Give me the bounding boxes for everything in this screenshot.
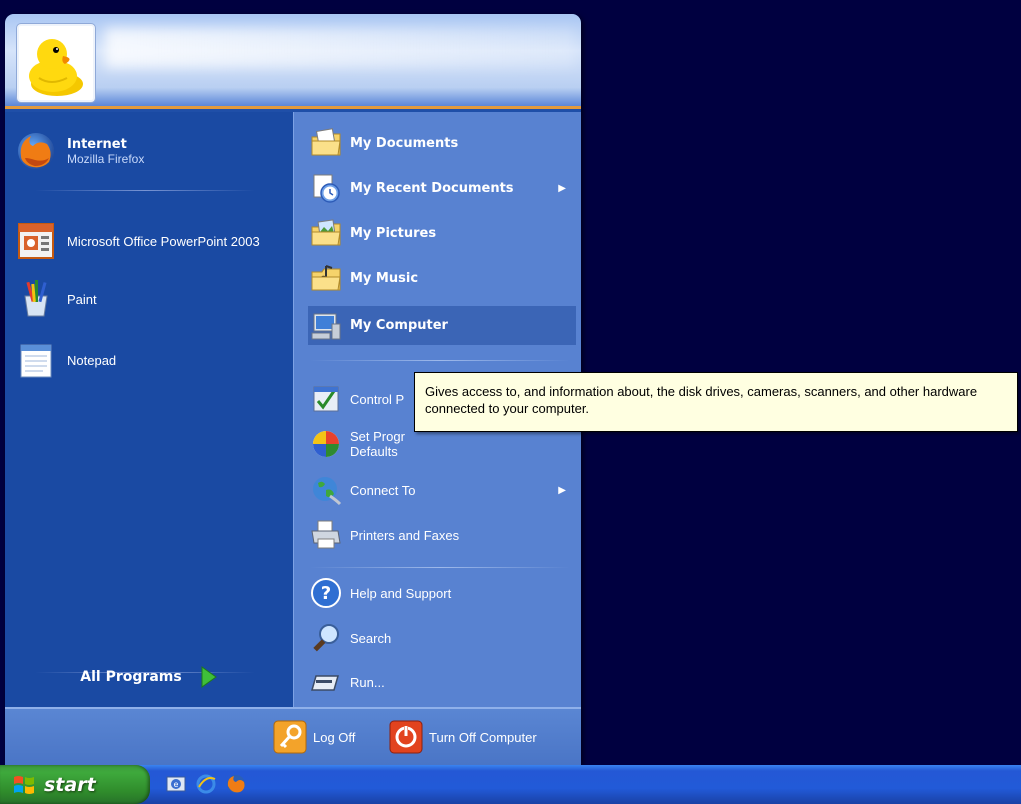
folder-documents-icon: [311, 128, 341, 156]
menu-footer: Log Off Turn Off Computer: [5, 707, 581, 765]
header-glare: [105, 28, 575, 68]
svg-text:e: e: [174, 780, 179, 789]
submenu-arrow-icon: ▶: [558, 182, 566, 194]
recent-notepad-label: Notepad: [67, 352, 117, 368]
my-computer-item[interactable]: My Computer: [308, 306, 576, 345]
my-music-item[interactable]: My Music: [310, 259, 576, 297]
power-icon: [389, 720, 423, 754]
set-program-label-line2: Defaults: [350, 444, 398, 459]
windows-flag-icon: [14, 775, 34, 794]
turn-off-label: Turn Off Computer: [429, 729, 537, 745]
internet-explorer-icon[interactable]: [195, 773, 217, 795]
notepad-icon: [20, 344, 52, 378]
search-icon: [313, 624, 339, 652]
firefox-icon[interactable]: [225, 773, 247, 795]
quick-launch-bar: e: [165, 773, 247, 795]
connect-to-icon: [313, 477, 342, 506]
program-defaults-icon: [313, 431, 339, 457]
set-program-label-line1: Set Progr: [350, 429, 405, 444]
pinned-internet-label: Internet: [67, 136, 127, 152]
right-separator: [310, 567, 570, 568]
control-panel-label: Control P: [350, 391, 405, 407]
pinned-internet-firefox[interactable]: Internet Mozilla Firefox: [15, 130, 285, 172]
recent-powerpoint[interactable]: Microsoft Office PowerPoint 2003: [15, 220, 285, 262]
turn-off-button[interactable]: Turn Off Computer: [389, 719, 537, 755]
user-picture-duck-icon[interactable]: [17, 24, 95, 102]
taskbar: start e: [0, 765, 1021, 804]
powerpoint-icon: [18, 223, 54, 259]
pinned-programs-column: Internet Mozilla Firefox Microsoft Offic…: [5, 112, 293, 707]
recent-notepad[interactable]: Notepad: [15, 339, 285, 381]
log-off-label: Log Off: [313, 729, 356, 745]
search-item[interactable]: Search: [310, 619, 576, 657]
run-item[interactable]: Run...: [310, 663, 576, 701]
folder-pictures-icon: [311, 219, 341, 246]
menu-header: [5, 14, 581, 109]
start-label: start: [44, 773, 96, 796]
recent-paint[interactable]: Paint: [15, 278, 285, 320]
run-icon: [311, 675, 339, 691]
search-label: Search: [350, 630, 392, 646]
connect-to-item[interactable]: Connect To ▶: [310, 471, 576, 509]
computer-icon: [311, 313, 341, 339]
firefox-icon: [18, 133, 54, 169]
run-label: Run...: [350, 674, 385, 690]
recent-paint-label: Paint: [67, 291, 97, 307]
printer-icon: [311, 520, 341, 549]
printers-faxes-item[interactable]: Printers and Faxes: [310, 516, 576, 554]
my-computer-tooltip: Gives access to, and information about, …: [414, 372, 1018, 432]
recent-powerpoint-label: Microsoft Office PowerPoint 2003: [67, 233, 260, 249]
all-programs-label: All Programs: [80, 669, 182, 685]
right-separator: [310, 360, 570, 361]
svg-text:?: ?: [321, 583, 331, 604]
recent-documents-icon: [313, 174, 340, 203]
key-icon: [273, 720, 307, 754]
folder-music-icon: [311, 265, 341, 291]
connect-to-label: Connect To: [350, 482, 416, 498]
paint-icon: [24, 280, 48, 317]
outlook-express-icon[interactable]: e: [165, 773, 187, 795]
my-documents-label: My Documents: [350, 135, 459, 151]
green-arrow-icon: [201, 666, 217, 688]
my-recent-documents-label: My Recent Documents: [350, 180, 514, 196]
my-pictures-item[interactable]: My Pictures: [310, 214, 576, 252]
start-button[interactable]: start: [0, 765, 150, 804]
log-off-button[interactable]: Log Off: [273, 719, 355, 755]
my-pictures-label: My Pictures: [350, 225, 437, 241]
pinned-internet-sublabel: Mozilla Firefox: [67, 151, 145, 166]
help-support-label: Help and Support: [350, 585, 452, 601]
help-support-item[interactable]: ? Help and Support: [310, 574, 576, 612]
my-documents-item[interactable]: My Documents: [310, 124, 576, 162]
my-music-label: My Music: [350, 270, 419, 286]
submenu-arrow-icon: ▶: [558, 484, 566, 496]
left-separator: [35, 190, 255, 191]
my-recent-documents-item[interactable]: My Recent Documents ▶: [310, 169, 576, 207]
control-panel-icon: [313, 386, 339, 412]
help-icon: ?: [311, 578, 341, 608]
all-programs-button[interactable]: All Programs: [5, 642, 293, 712]
printers-faxes-label: Printers and Faxes: [350, 527, 460, 543]
my-computer-label: My Computer: [350, 318, 448, 333]
